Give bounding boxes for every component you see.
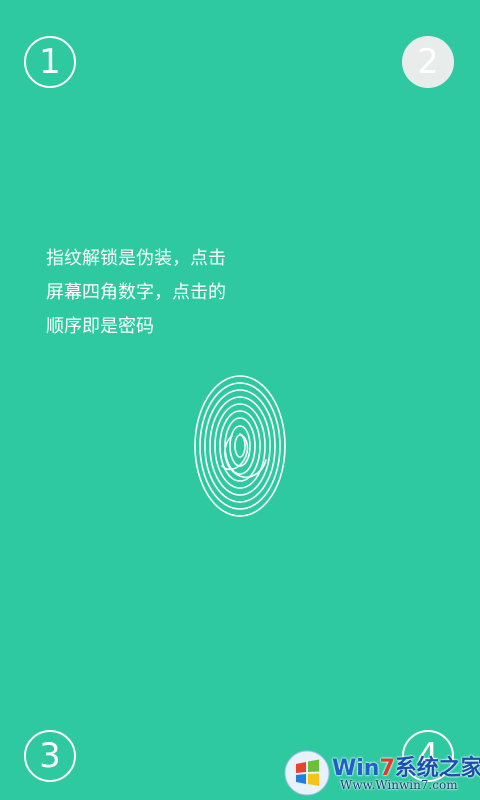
watermark: Win7系统之家 Www.Winwin7.com <box>282 748 480 800</box>
digit-2-button[interactable]: 2 <box>402 36 454 88</box>
windows-logo-icon <box>284 750 330 796</box>
hint-line-1: 指纹解锁是伪装，点击 <box>46 248 226 269</box>
hint-line-3: 顺序即是密码 <box>46 316 154 337</box>
watermark-url: Www.Winwin7.com <box>340 778 458 792</box>
unlock-hint-text: 指纹解锁是伪装，点击 屏幕四角数字，点击的 顺序即是密码 <box>46 242 266 344</box>
digit-1-button[interactable]: 1 <box>24 36 76 88</box>
fingerprint-icon[interactable] <box>192 374 288 518</box>
hint-line-2: 屏幕四角数字，点击的 <box>46 282 226 303</box>
digit-3-button[interactable]: 3 <box>24 730 76 782</box>
